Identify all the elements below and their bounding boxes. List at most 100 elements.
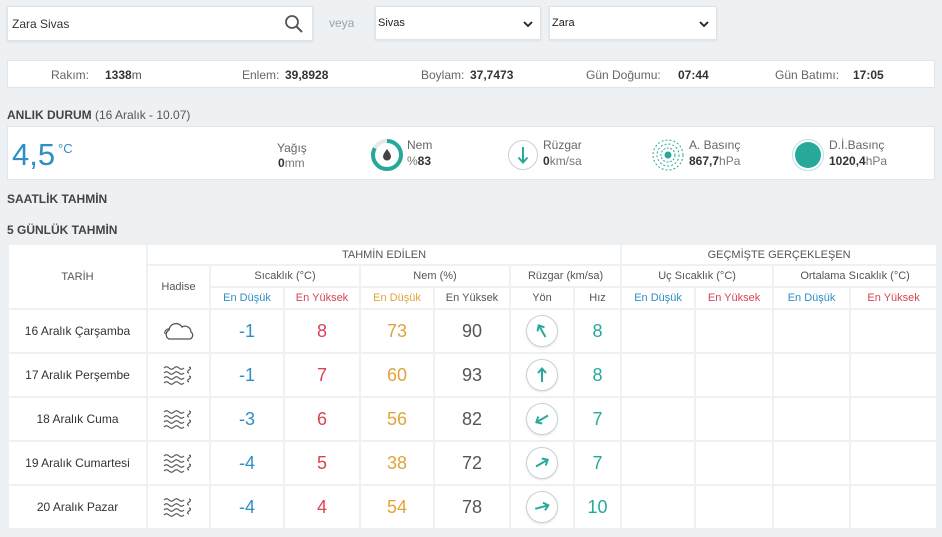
wind-direction-icon: [526, 359, 558, 391]
observed-extreme-min: [620, 484, 697, 530]
precip-label: Yağış: [277, 141, 307, 155]
temp-min-header: En Düşük: [209, 286, 285, 310]
observed-avg-max: [849, 440, 939, 486]
current-title: ANLIK DURUM (16 Aralık - 10.07): [7, 108, 190, 122]
predicted-header: TAHMİN EDİLEN: [145, 243, 623, 266]
observed-extreme-max: [694, 396, 775, 442]
observed-header: GEÇMİŞTE GERÇEKLEŞEN: [620, 243, 939, 266]
altitude-unit: m: [131, 68, 142, 82]
sea-pressure: 1020,4hPa: [829, 154, 887, 168]
humidity-min-value: 60: [359, 352, 435, 398]
search-input[interactable]: [8, 7, 278, 40]
temp-max-value: 6: [283, 396, 361, 442]
forecast-date: 17 Aralık Perşembe: [7, 352, 148, 398]
avg-temp-header: Ortalama Sıcaklık (°C): [772, 264, 939, 288]
sunrise-value: 07:44: [678, 68, 709, 82]
humidity-max-value: 82: [433, 396, 511, 442]
district-select[interactable]: Zara: [549, 6, 717, 40]
fog-icon: [146, 440, 211, 486]
temp-min-value: -4: [209, 440, 285, 486]
sea-pressure-label: D.İ.Basınç: [829, 138, 885, 152]
humidity-max-value: 93: [433, 352, 511, 398]
humidity-header: Nem (%): [359, 264, 511, 288]
temp-min-value: -4: [209, 484, 285, 530]
observed-extreme-max: [694, 308, 775, 354]
wind-label: Rüzgar: [543, 138, 582, 152]
wind-speed-header: Hız: [572, 286, 623, 310]
wind-direction: [509, 484, 575, 530]
forecast-row: 19 Aralık Cumartesi -4 5 38 72 7: [7, 440, 939, 486]
humidity: %83: [407, 154, 431, 168]
observed-avg-max: [849, 352, 939, 398]
precip-value: 0: [278, 156, 285, 170]
humidity-min-value: 54: [359, 484, 435, 530]
observed-avg-max: [849, 308, 939, 354]
observed-avg-min: [772, 308, 852, 354]
observed-avg-max: [849, 484, 939, 530]
wind-direction-icon: [526, 315, 558, 347]
observed-avg-min: [772, 484, 852, 530]
temp-max-value: 5: [283, 440, 361, 486]
event-header: Hadise: [146, 264, 211, 310]
wind-direction-icon: [526, 403, 558, 435]
cloud-icon: [146, 308, 211, 354]
fog-icon: [146, 352, 211, 398]
temp-max-header: En Yüksek: [283, 286, 361, 310]
observed-avg-min: [772, 440, 852, 486]
observed-extreme-min: [620, 396, 697, 442]
sea-pressure-icon: [792, 139, 824, 171]
avg-min-header: En Düşük: [772, 286, 852, 310]
temp-max-value: 7: [283, 352, 361, 398]
wind-header: Rüzgar (km/sa): [508, 264, 623, 288]
observed-extreme-max: [694, 352, 775, 398]
wind-direction-icon: [526, 447, 558, 479]
humidity-max-value: 78: [433, 484, 511, 530]
wind-direction: [509, 440, 575, 486]
chevron-down-icon: [699, 21, 709, 28]
humidity-min-value: 38: [359, 440, 435, 486]
pressure: 867,7hPa: [689, 154, 740, 168]
fog-icon: [146, 396, 211, 442]
search-icon[interactable]: [284, 14, 304, 34]
latitude-value: 39,8928: [285, 68, 329, 82]
humidity-max-value: 72: [433, 440, 511, 486]
observed-avg-min: [772, 396, 852, 442]
current-conditions: 4,5 °C Yağış 0mm Nem %83 Rüzgar 0km/sa A…: [7, 126, 935, 180]
wind-direction: [509, 396, 575, 442]
wind-speed-value: 7: [572, 440, 623, 486]
forecast-row: 17 Aralık Perşembe -1 7 60 93 8: [7, 352, 939, 398]
search-box: [7, 6, 313, 41]
extreme-min-header: En Düşük: [620, 286, 697, 310]
humidity-icon: [371, 139, 403, 171]
sea-pressure-value: 1020,4: [829, 154, 866, 168]
altitude: 1338m: [105, 68, 142, 82]
hourly-forecast-title[interactable]: SAATLİK TAHMİN: [7, 192, 107, 206]
observed-avg-min: [772, 352, 852, 398]
wind-value: 0: [543, 154, 550, 168]
forecast-date: 18 Aralık Cuma: [7, 396, 148, 442]
wind-unit: km/sa: [549, 154, 582, 168]
current-subtitle: (16 Aralık - 10.07): [95, 108, 191, 122]
forecast-row: 18 Aralık Cuma -3 6 56 82 7: [7, 396, 939, 442]
altitude-value: 1338: [105, 68, 132, 82]
wind-direction: [509, 352, 575, 398]
forecast-row: 16 Aralık Çarşamba -1 8 73 90 8: [7, 308, 939, 354]
current-title-text: ANLIK DURUM: [7, 108, 92, 122]
forecast-date: 19 Aralık Cumartesi: [7, 440, 148, 486]
temp-max-value: 8: [283, 308, 361, 354]
humidity-label: Nem: [407, 138, 433, 152]
humidity-min-value: 73: [359, 308, 435, 354]
wind-icon: [508, 140, 538, 170]
temp-min-value: -1: [209, 308, 285, 354]
hum-max-header: En Yüksek: [433, 286, 511, 310]
fog-icon: [146, 484, 211, 530]
temp-max-value: 4: [283, 484, 361, 530]
or-label: veya: [329, 16, 355, 30]
observed-extreme-min: [620, 440, 697, 486]
observed-extreme-min: [620, 308, 697, 354]
wind-speed-value: 7: [572, 396, 623, 442]
humidity-value: 83: [417, 154, 432, 168]
wind: 0km/sa: [543, 154, 582, 168]
pressure-value: 867,7: [689, 154, 720, 168]
city-select[interactable]: Sivas: [375, 6, 541, 40]
